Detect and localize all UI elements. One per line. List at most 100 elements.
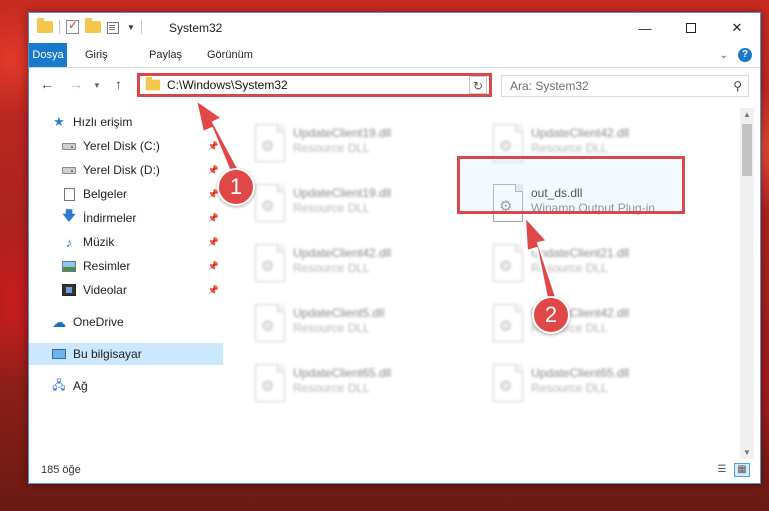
folder-icon xyxy=(145,76,161,91)
file-description: Resource DLL xyxy=(293,381,370,395)
up-arrow-icon[interactable]: ↑ xyxy=(115,76,122,92)
ribbon-tabs: Dosya Giriş Paylaş Görünüm ⌄ ? xyxy=(29,43,760,68)
scroll-down-icon[interactable]: ▼ xyxy=(740,446,754,460)
title-bar: ▼ System32 — ✕ xyxy=(29,13,760,43)
network-icon: 🖧 xyxy=(52,377,66,392)
sidebar-item-label: Resimler xyxy=(83,259,131,273)
vertical-scrollbar[interactable]: ▲ ▼ xyxy=(740,108,754,460)
file-name: UpdateClient21.dll xyxy=(531,246,630,260)
star-icon: ★ xyxy=(53,114,65,129)
sidebar-item-downloads[interactable]: 🡇 İndirmeler 📌 xyxy=(29,207,223,229)
help-icon[interactable]: ? xyxy=(738,48,752,62)
chevron-down-icon[interactable]: ▼ xyxy=(127,23,135,32)
file-item[interactable]: ⚙ UpdateClient65.dll Resource DLL xyxy=(249,360,469,410)
file-item[interactable]: ⚙ UpdateClient42.dll Resource DLL xyxy=(487,300,707,350)
file-name: UpdateClient42.dll xyxy=(293,246,392,260)
file-item[interactable]: ⚙ UpdateClient21.dll Resource DLL xyxy=(487,240,707,290)
minimize-icon: — xyxy=(638,20,652,36)
sidebar-item-label: Videolar xyxy=(83,283,127,297)
properties-check-icon[interactable] xyxy=(66,18,79,34)
file-description: Resource DLL xyxy=(531,141,608,155)
close-icon: ✕ xyxy=(731,20,743,35)
dll-file-icon: ⚙ xyxy=(255,184,285,222)
address-bar[interactable]: C:\Windows\System32 ⌄ xyxy=(137,73,492,97)
view-toggle: ☰ ▦ xyxy=(714,463,750,477)
new-folder-icon[interactable] xyxy=(85,18,101,33)
tab-file[interactable]: Dosya xyxy=(29,43,67,67)
file-description: Resource DLL xyxy=(293,201,370,215)
item-count: 185 öğe xyxy=(41,464,81,476)
sidebar-item-videos[interactable]: Videolar 📌 xyxy=(29,279,223,301)
file-item[interactable]: ⚙ UpdateClient65.dll Resource DLL xyxy=(487,360,707,410)
sidebar-item-onedrive[interactable]: ☁ OneDrive xyxy=(29,311,223,333)
file-description: Resource DLL xyxy=(531,381,608,395)
file-name: UpdateClient5.dll xyxy=(293,306,385,320)
navigation-bar: ← → ▼ ↑ C:\Windows\System32 ⌄ ↻ Ara: Sys… xyxy=(29,68,760,102)
sidebar-item-label: Yerel Disk (C:) xyxy=(83,139,160,153)
file-item[interactable]: ⚙ UpdateClient19.dll Resource DLL xyxy=(249,180,469,230)
pin-icon: 📌 xyxy=(207,140,219,151)
divider xyxy=(140,20,142,34)
details-view-icon[interactable]: ☰ xyxy=(714,463,730,477)
minimize-button[interactable]: — xyxy=(622,13,668,43)
search-icon: ⚲ xyxy=(733,79,742,93)
file-name: UpdateClient19.dll xyxy=(293,126,392,140)
file-name: UpdateClient42.dll xyxy=(531,126,630,140)
cloud-icon: ☁ xyxy=(52,313,66,330)
sidebar-item-label: Hızlı erişim xyxy=(73,115,133,129)
file-item[interactable]: ⚙ UpdateClient5.dll Resource DLL xyxy=(249,300,469,350)
file-name: UpdateClient65.dll xyxy=(293,366,392,380)
step-2-badge: 2 xyxy=(532,296,570,334)
ribbon-controls: ⌄ ? xyxy=(720,48,752,62)
forward-arrow-icon[interactable]: → xyxy=(69,76,83,92)
tab-view[interactable]: Görünüm xyxy=(197,43,263,67)
scroll-up-icon[interactable]: ▲ xyxy=(740,108,754,122)
file-name: UpdateClient65.dll xyxy=(531,366,630,380)
tab-home[interactable]: Giriş xyxy=(75,43,118,67)
sidebar-item-quick-access[interactable]: ★ Hızlı erişim xyxy=(29,111,223,133)
sidebar-item-pictures[interactable]: Resimler 📌 xyxy=(29,255,223,277)
tiles-view-icon[interactable]: ▦ xyxy=(734,463,750,477)
address-path: C:\Windows\System32 xyxy=(167,78,288,92)
expand-ribbon-icon[interactable]: ⌄ xyxy=(720,50,728,61)
dll-file-icon: ⚙ xyxy=(255,124,285,162)
pin-icon: 📌 xyxy=(207,236,219,247)
dll-file-icon: ⚙ xyxy=(255,244,285,282)
sidebar-item-this-pc[interactable]: Bu bilgisayar xyxy=(29,343,223,365)
folder-icon xyxy=(37,18,53,33)
navigation-pane: ★ Hızlı erişim Yerel Disk (C:) 📌 Yerel D… xyxy=(29,108,223,463)
back-arrow-icon[interactable]: ← xyxy=(40,76,54,92)
sidebar-item-local-disk-d[interactable]: Yerel Disk (D:) 📌 xyxy=(29,159,223,181)
sidebar-item-label: İndirmeler xyxy=(83,211,137,225)
file-item[interactable]: ⚙ UpdateClient42.dll Resource DLL xyxy=(249,240,469,290)
divider xyxy=(59,20,60,34)
close-button[interactable]: ✕ xyxy=(714,13,760,43)
maximize-button[interactable] xyxy=(668,13,714,43)
sidebar-item-local-disk-c[interactable]: Yerel Disk (C:) 📌 xyxy=(29,135,223,157)
computer-icon xyxy=(51,347,67,361)
file-explorer-window: ▼ System32 — ✕ Dosya Giriş Paylaş Görünü… xyxy=(28,12,761,484)
pictures-icon xyxy=(61,259,77,273)
file-highlight-box xyxy=(457,156,685,214)
file-item[interactable]: ⚙ UpdateClient19.dll Resource DLL xyxy=(249,120,469,170)
sidebar-item-network[interactable]: 🖧 Ağ xyxy=(29,375,223,397)
sidebar-item-documents[interactable]: Belgeler 📌 xyxy=(29,183,223,205)
search-input[interactable]: Ara: System32 ⚲ xyxy=(501,75,749,97)
file-description: Resource DLL xyxy=(293,261,370,275)
customize-icon[interactable] xyxy=(107,20,121,34)
file-description: Resource DLL xyxy=(531,261,608,275)
maximize-icon xyxy=(686,23,696,33)
pin-icon: 📌 xyxy=(207,212,219,223)
dll-file-icon: ⚙ xyxy=(493,244,523,282)
refresh-button[interactable]: ↻ xyxy=(469,76,487,94)
sidebar-item-music[interactable]: ♪ Müzik 📌 xyxy=(29,231,223,253)
documents-icon xyxy=(61,187,77,201)
sidebar-item-label: OneDrive xyxy=(73,315,124,329)
dll-file-icon: ⚙ xyxy=(255,304,285,342)
recent-locations-chevron-icon[interactable]: ▼ xyxy=(93,81,101,90)
sidebar-item-label: Müzik xyxy=(83,235,115,249)
quick-access-toolbar: ▼ xyxy=(37,18,142,34)
scroll-thumb[interactable] xyxy=(742,124,752,176)
dll-file-icon: ⚙ xyxy=(493,364,523,402)
tab-share[interactable]: Paylaş xyxy=(139,43,192,67)
